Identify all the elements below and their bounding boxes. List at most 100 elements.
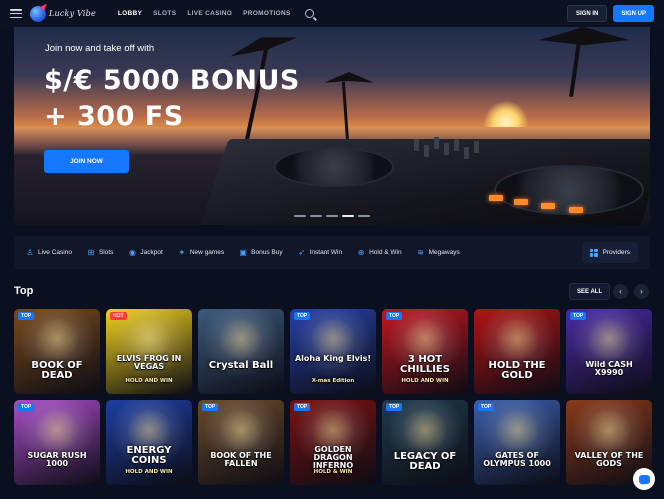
sign-in-button[interactable]: SIGN IN [566, 5, 608, 22]
game-title: SUGAR RUSH 1000 [27, 451, 87, 468]
carousel-dot-active[interactable] [342, 215, 354, 217]
game-title: Crystal Ball [208, 360, 274, 371]
bonus-buy-icon: ▣ [239, 247, 247, 257]
carousel-dot[interactable] [326, 215, 338, 217]
category-new-games[interactable]: ✦ New games [178, 247, 224, 257]
dj-fader [424, 145, 429, 157]
section-title-top: Top [14, 285, 34, 297]
providers-label: Providers [602, 249, 630, 256]
carousel-dot[interactable] [294, 215, 306, 217]
sign-up-button[interactable]: SIGN UP [613, 5, 654, 22]
game-tile[interactable]: HOLD THE GOLD [474, 309, 560, 394]
hero-subtitle: Join now and take off with [45, 43, 155, 54]
prev-arrow-icon[interactable]: ‹ [613, 284, 628, 299]
game-tile[interactable]: ENERGY COINS HOLD AND WIN [106, 400, 192, 485]
dj-pad [541, 203, 555, 209]
game-art [308, 319, 358, 359]
game-tile[interactable]: TOP 3 HOT CHILLIES HOLD AND WIN [382, 309, 468, 394]
game-title: GOLDEN DRAGON INFERNO [312, 445, 354, 470]
game-tile[interactable]: TOP LEGACY OF DEAD [382, 400, 468, 485]
nav-lobby[interactable]: LOBBY [118, 10, 142, 17]
category-bonus-buy[interactable]: ▣ Bonus Buy [239, 247, 282, 257]
hold-win-icon: ⊕ [357, 247, 365, 257]
hero-title-line-2: + 300 FS [44, 101, 184, 132]
game-tile[interactable]: HOT ELVIS FROG IN VEGAS HOLD AND WIN [106, 309, 192, 394]
providers-button[interactable]: Providers [581, 242, 638, 263]
see-all-button[interactable]: SEE ALL [569, 283, 611, 300]
category-slots[interactable]: ⊞ Slots [87, 247, 114, 257]
new-games-icon: ✦ [178, 247, 186, 257]
dj-platter-left [274, 147, 394, 187]
game-title: Aloha King Elvis! [294, 354, 372, 363]
game-art [32, 410, 82, 450]
auth-buttons: SIGN IN SIGN UP [566, 5, 654, 22]
game-title: LEGACY OF DEAD [393, 451, 457, 472]
dj-pad [569, 207, 583, 213]
carousel-dot[interactable] [358, 215, 370, 217]
game-art [492, 410, 542, 450]
category-hold-win[interactable]: ⊕ Hold & Win [357, 247, 402, 257]
game-tile[interactable]: TOP Wild CASH X9990 [566, 309, 652, 394]
game-tile[interactable]: TOP GOLDEN DRAGON INFERNO HOLD & WIN [290, 400, 376, 485]
megaways-icon: ≋ [417, 247, 424, 257]
game-tile[interactable]: Crystal Ball [198, 309, 284, 394]
chat-button[interactable] [633, 468, 655, 490]
dj-fader [444, 143, 449, 155]
logo-mark-icon [30, 5, 46, 22]
game-art [584, 319, 634, 359]
category-megaways[interactable]: ≋ Megaways [417, 247, 460, 257]
game-badge: TOP [570, 312, 587, 320]
providers-grid-icon [589, 248, 598, 257]
game-art [308, 410, 358, 450]
hero-title: $/€ 5000 BONUS + 300 FS [44, 63, 300, 135]
game-title: ELVIS FROG IN VEGAS [116, 354, 182, 371]
game-art [32, 319, 82, 359]
game-tile[interactable]: TOP Aloha King Elvis! X-mas Edition [290, 309, 376, 394]
palm-leaves [324, 72, 374, 83]
dj-pad [514, 199, 528, 205]
live-casino-icon: ♙ [26, 247, 34, 257]
game-title: VALLEY OF THE GODS [574, 451, 644, 468]
hero-banner[interactable]: Join now and take off with $/€ 5000 BONU… [14, 27, 650, 225]
game-badge: TOP [478, 403, 495, 411]
game-badge: TOP [202, 403, 219, 411]
category-jackpot[interactable]: ◉ Jackpot [128, 248, 163, 257]
game-art [124, 410, 174, 450]
dj-fader [434, 137, 439, 149]
carousel-dot[interactable] [310, 215, 322, 217]
game-tile[interactable]: TOP SUGAR RUSH 1000 [14, 400, 100, 485]
search-icon[interactable] [304, 9, 314, 18]
slots-icon: ⊞ [87, 247, 95, 257]
game-subtitle: HOLD AND WIN [401, 378, 449, 384]
logo[interactable]: Lucky Vibe [30, 5, 96, 22]
game-badge: TOP [294, 403, 311, 411]
nav-slots[interactable]: SLOTS [153, 10, 176, 17]
nav-live-casino[interactable]: LIVE CASINO [187, 10, 232, 17]
game-tile[interactable]: TOP BOOK OF THE FALLEN [198, 400, 284, 485]
game-badge: TOP [386, 312, 403, 320]
next-arrow-icon[interactable]: › [634, 284, 649, 299]
game-subtitle: X-mas Edition [311, 378, 355, 384]
nav-promotions[interactable]: PROMOTIONS [243, 10, 290, 17]
game-tile[interactable]: TOP BOOK OF DEAD [14, 309, 100, 394]
category-bar: ♙ Live Casino ⊞ Slots ◉ Jackpot ✦ New games … [14, 236, 650, 269]
category-live-casino[interactable]: ♙ Live Casino [26, 247, 72, 257]
dj-fader [464, 147, 469, 159]
game-tile[interactable]: TOP GATES OF OLYMPUS 1000 [474, 400, 560, 485]
join-now-button[interactable]: JOIN NOW [44, 150, 129, 173]
category-instant-win[interactable]: ➶ Instant Win [298, 247, 343, 257]
game-subtitle: HOLD AND WIN [125, 469, 173, 475]
game-title: 3 HOT CHILLIES [400, 354, 450, 375]
game-title: HOLD THE GOLD [488, 360, 546, 381]
category-label: Megaways [428, 249, 460, 256]
game-title: BOOK OF THE FALLEN [210, 451, 272, 468]
dj-pad [489, 195, 503, 201]
game-badge: TOP [386, 403, 403, 411]
instant-win-icon: ➶ [298, 247, 305, 257]
carousel-dots [294, 215, 370, 217]
game-badge: TOP [18, 403, 35, 411]
category-label: Instant Win [309, 249, 343, 256]
dj-fader [414, 139, 419, 151]
dj-fader [454, 139, 459, 151]
hamburger-menu-icon[interactable] [10, 9, 22, 18]
